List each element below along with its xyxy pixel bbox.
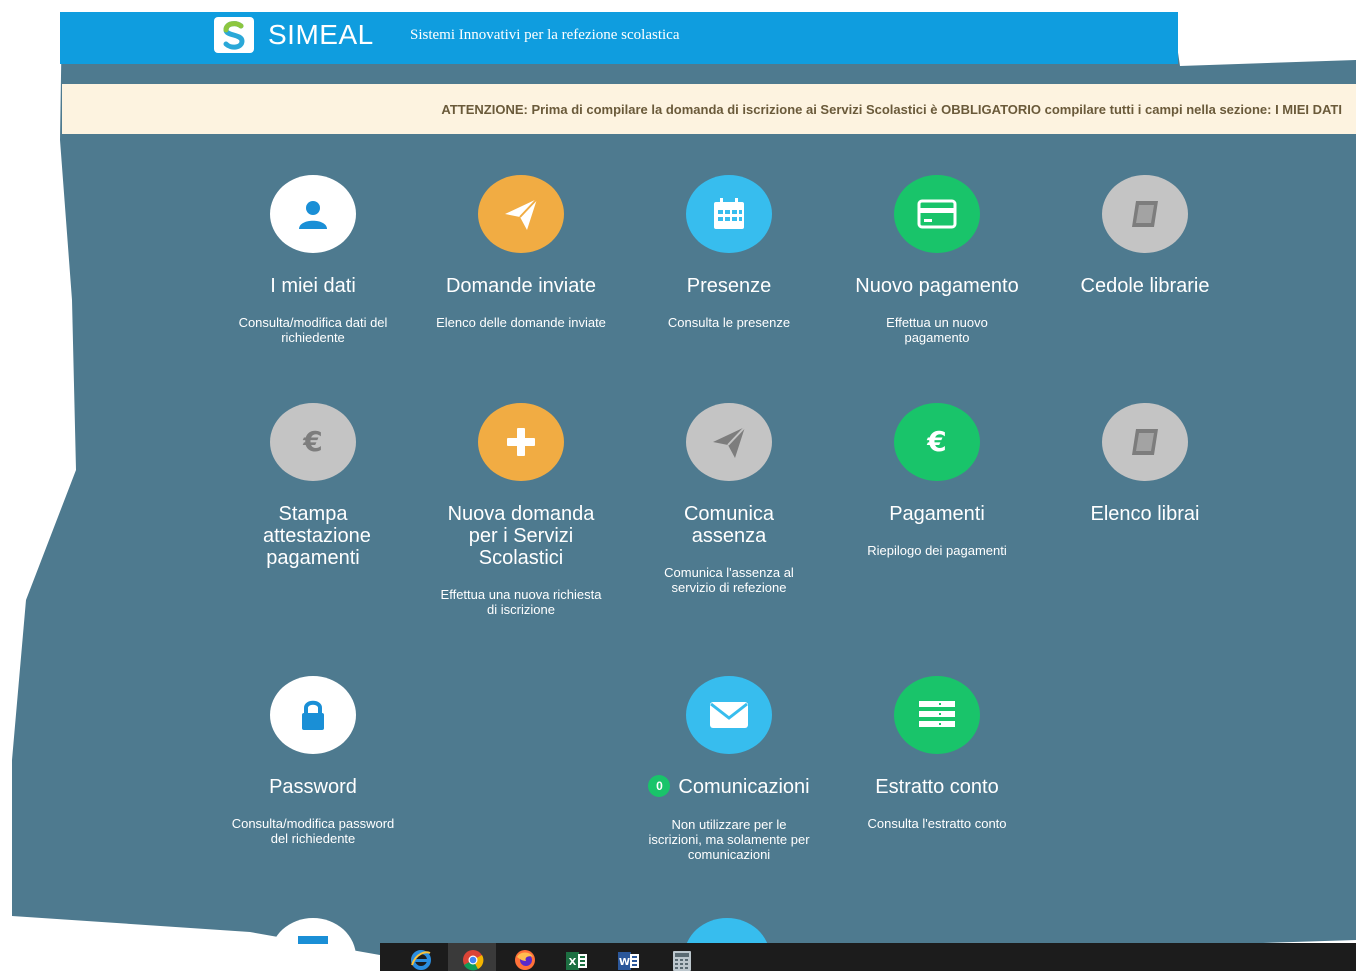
tile-title[interactable]: Elenco librai	[1050, 503, 1240, 525]
brand-name[interactable]: SIMEAL	[268, 19, 374, 51]
brand-tagline: Sistemi Innovativi per la refezione scol…	[410, 27, 680, 43]
svg-text:€: €	[926, 425, 946, 458]
tile-description: Elenco delle domande inviate	[436, 315, 606, 330]
paper-plane-icon[interactable]	[478, 175, 564, 253]
user-icon[interactable]	[270, 175, 356, 253]
tile-description: Effettua una nuova richiesta di iscrizio…	[440, 587, 602, 617]
tile-title[interactable]: Stampa attestazione pagamenti	[218, 503, 408, 569]
tile-comunicazioni[interactable]: 0 Comunicazioni Non utilizzare per le isc…	[634, 676, 824, 862]
tile-description: Consulta/modifica password del richieden…	[231, 816, 395, 846]
svg-text:X: X	[569, 957, 577, 968]
tile-estratto-conto[interactable]: Estratto conto Consulta l'estratto conto	[842, 676, 1032, 831]
tile-stampa-attestazione[interactable]: € Stampa attestazione pagamenti	[218, 403, 408, 587]
tile-description: Effettua un nuovo pagamento	[886, 315, 988, 345]
tile-title[interactable]: Pagamenti	[842, 503, 1032, 525]
tile-title[interactable]: Cedole librarie	[1050, 275, 1240, 297]
plus-icon[interactable]	[478, 403, 564, 481]
chrome-icon[interactable]	[462, 949, 484, 971]
lock-icon[interactable]	[270, 676, 356, 754]
word-icon[interactable]: W	[618, 951, 639, 971]
tile-domande-inviate[interactable]: Domande inviate Elenco delle domande inv…	[426, 175, 616, 330]
internet-explorer-icon[interactable]	[410, 949, 431, 970]
tile-partial-left[interactable]	[270, 918, 356, 958]
svg-text:W: W	[619, 957, 630, 968]
tile-nuova-domanda[interactable]: Nuova domanda per i Servizi Scolastici E…	[426, 403, 616, 617]
tile-nuovo-pagamento[interactable]: Nuovo pagamento Effettua un nuovo pagame…	[842, 175, 1032, 345]
calendar-icon[interactable]	[686, 175, 772, 253]
tile-description: Non utilizzare per le iscrizioni, ma sol…	[648, 816, 810, 862]
excel-icon[interactable]: X	[566, 951, 587, 971]
tile-title[interactable]: Nuova domanda per i Servizi Scolastici	[426, 503, 616, 569]
tile-title[interactable]: 0 Comunicazioni	[619, 774, 839, 799]
tile-description: Riepilogo dei pagamenti	[867, 543, 1007, 558]
list-icon[interactable]	[894, 676, 980, 754]
tile-description: Comunica l'assenza al servizio di refezi…	[664, 565, 794, 595]
tile-comunica-assenza[interactable]: Comunica assenza Comunica l'assenza al s…	[634, 403, 824, 595]
tile-title[interactable]: Presenze	[634, 275, 824, 297]
tile-title[interactable]: Password	[218, 776, 408, 798]
tile-title-text[interactable]: Comunicazioni	[678, 776, 809, 798]
euro-icon[interactable]: €	[894, 403, 980, 481]
tile-presenze[interactable]: Presenze Consulta le presenze	[634, 175, 824, 330]
tile-password[interactable]: Password Consulta/modifica password del …	[218, 676, 408, 846]
tile-title[interactable]: Domande inviate	[426, 275, 616, 297]
book-icon[interactable]	[1102, 175, 1188, 253]
tile-pagamenti[interactable]: € Pagamenti Riepilogo dei pagamenti	[842, 403, 1032, 558]
tile-title[interactable]: Nuovo pagamento	[842, 275, 1032, 297]
tile-title[interactable]: Estratto conto	[842, 776, 1032, 798]
book-icon[interactable]	[1102, 403, 1188, 481]
tile-description: Consulta le presenze	[667, 315, 791, 330]
envelope-icon[interactable]	[686, 676, 772, 754]
tile-title[interactable]: Comunica assenza	[634, 503, 824, 547]
notice-text: ATTENZIONE: Prima di compilare la domand…	[441, 102, 1342, 117]
tile-i-miei-dati[interactable]: I miei dati Consulta/modifica dati del r…	[218, 175, 408, 345]
tile-description: Consulta/modifica dati del richiedente	[238, 315, 388, 345]
euro-icon[interactable]: €	[270, 403, 356, 481]
simeal-logo-icon[interactable]	[214, 17, 254, 53]
paper-plane-icon[interactable]	[686, 403, 772, 481]
tile-elenco-librai[interactable]: Elenco librai	[1050, 403, 1240, 543]
firefox-icon[interactable]	[514, 949, 535, 970]
partial-tile-icon[interactable]	[270, 918, 356, 958]
notice-banner: ATTENZIONE: Prima di compilare la domand…	[62, 84, 1356, 134]
unread-count-badge: 0	[648, 774, 671, 797]
credit-card-icon[interactable]	[894, 175, 980, 253]
calculator-icon[interactable]	[672, 950, 692, 971]
tile-description: Consulta l'estratto conto	[867, 816, 1007, 831]
tile-cedole-librarie[interactable]: Cedole librarie	[1050, 175, 1240, 315]
svg-text:€: €	[302, 425, 322, 458]
tile-title[interactable]: I miei dati	[218, 275, 408, 297]
